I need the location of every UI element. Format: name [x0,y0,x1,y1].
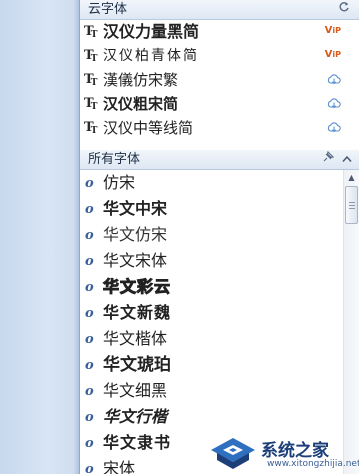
cloud-download-icon[interactable] [327,96,341,110]
vip-badge-icon: ViP [324,25,341,36]
font-list-item[interactable]: o 华文彩云 [80,274,343,300]
opentype-icon: o [85,306,94,321]
cloud-font-item[interactable]: TT 漢儀仿宋繁 [80,68,359,92]
font-name: 华文行楷 [103,407,168,426]
collapse-chevron-up-icon[interactable] [338,151,356,168]
font-list-item[interactable]: o 华文新魏 [80,300,343,326]
font-dropdown-panel: 云字体 TT 汉仪力量黑简 ViP TT 汉仪柏青体简 ViP TT 漢儀仿宋繁… [79,0,359,474]
opentype-icon: o [85,358,94,373]
font-list-item[interactable]: o 华文宋体 [80,248,343,274]
font-name: 华文彩云 [102,277,172,297]
font-name: 华文新魏 [103,303,172,322]
opentype-icon: o [85,280,94,295]
truetype-icon: TT [84,120,98,137]
truetype-icon: TT [84,24,98,41]
cloud-fonts-header: 云字体 [80,0,359,20]
cloud-fonts-title: 云字体 [88,2,128,17]
font-list-item[interactable]: o 华文楷体 [80,326,343,352]
opentype-icon: o [85,254,94,269]
cloud-download-icon[interactable] [327,72,341,86]
opentype-icon: o [85,436,94,451]
font-list-item[interactable]: o 仿宋 [80,170,343,196]
cloud-font-name: 汉仪柏青体简 [103,48,199,64]
font-list-item[interactable]: o 华文中宋 [80,196,343,222]
refresh-icon[interactable] [335,1,353,18]
truetype-icon: TT [84,72,98,89]
opentype-icon: o [85,410,94,425]
opentype-icon: o [85,176,94,191]
opentype-icon: o [85,462,94,474]
font-name: 华文琥珀 [103,355,171,375]
font-name: 华文楷体 [103,329,168,348]
cloud-download-icon[interactable] [327,120,341,134]
font-name: 华文仿宋 [103,225,168,244]
font-name: 仿宋 [103,173,136,192]
cloud-font-name: 漢儀仿宋繁 [103,71,179,89]
scroll-up-arrow-icon[interactable]: ▲ [344,170,359,186]
all-fonts-title: 所有字体 [88,152,141,167]
opentype-icon: o [85,384,94,399]
cloud-font-item[interactable]: TT 汉仪中等线简 [80,116,359,140]
cloud-font-name: 汉仪粗宋简 [103,95,179,113]
opentype-icon: o [85,202,94,217]
opentype-icon: o [85,332,94,347]
opentype-icon: o [85,228,94,243]
truetype-icon: TT [84,96,98,113]
font-name: 宋体 [103,459,136,474]
font-name: 华文细黑 [103,381,168,400]
cloud-font-name: 汉仪中等线简 [103,119,194,137]
document-area-edge [0,0,79,474]
watermark-url: www.xitongzhijia.net [267,459,359,469]
font-list-item[interactable]: o 华文琥珀 [80,352,343,378]
cloud-font-item[interactable]: TT 汉仪柏青体简 ViP [80,44,359,68]
font-list-scrollbar[interactable]: ▲ [343,170,359,474]
cloud-font-name: 汉仪力量黑简 [103,22,200,41]
scroll-thumb[interactable] [345,186,358,224]
font-list-item[interactable]: o 华文仿宋 [80,222,343,248]
cloud-font-item[interactable]: TT 汉仪粗宋简 [80,92,359,116]
font-name: 华文中宋 [103,199,168,218]
font-name: 华文宋体 [103,251,168,270]
all-fonts-list: o 仿宋 o 华文中宋 o 华文仿宋 o 华文宋体 o 华文彩云 o 华文新魏 … [80,170,343,474]
watermark-brand: 系统之家 [261,441,329,461]
cloud-font-item[interactable]: TT 汉仪力量黑简 ViP [80,20,359,44]
site-watermark: 系统之家 www.xitongzhijia.net [207,432,359,474]
all-fonts-header: 所有字体 [80,150,359,170]
font-name: 华文隶书 [103,433,172,452]
font-list-item[interactable]: o 华文行楷 [80,404,343,430]
truetype-icon: TT [84,48,98,65]
watermark-logo-icon [211,438,255,469]
pin-icon[interactable] [319,150,337,168]
vip-badge-icon: ViP [324,49,341,60]
font-list-item[interactable]: o 华文细黑 [80,378,343,404]
